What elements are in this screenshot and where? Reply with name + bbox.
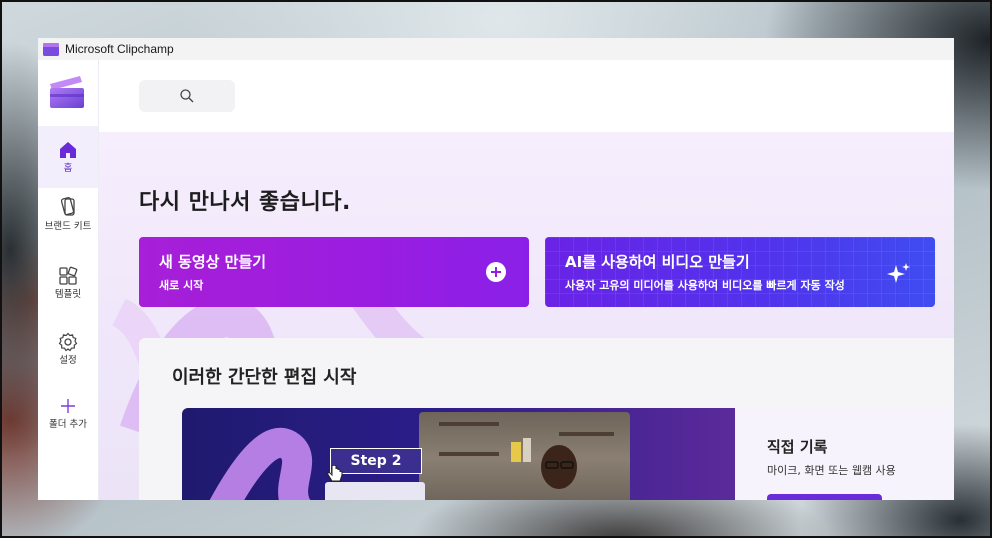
timeline-preview	[325, 482, 425, 500]
home-content: 다시 만나서 좋습니다. 새 동영상 만들기 새로 시작 AI를 사용하여 비디…	[99, 132, 954, 500]
sidebar-item-label: 템플릿	[54, 289, 82, 300]
presenter-illustration	[439, 422, 614, 489]
plus-circle-icon	[486, 262, 506, 282]
sidebar-item-home[interactable]: 홈	[38, 126, 98, 188]
search-icon	[180, 89, 194, 103]
sidebar-item-label: 폴더 추가	[49, 419, 87, 430]
sidebar-item-add-folder[interactable]: 폴더 추가	[38, 396, 98, 440]
feature-action-button[interactable]	[767, 494, 882, 500]
sidebar: 홈 브랜드 키트 템플릿 설정 폴더 추가	[38, 60, 99, 500]
sidebar-item-brand-kit[interactable]: 브랜드 키트	[38, 196, 98, 252]
sidebar-item-label: 설정	[59, 355, 77, 366]
plus-icon	[61, 399, 75, 413]
hand-cursor-icon	[327, 465, 343, 482]
sidebar-item-label: 홈	[63, 163, 73, 174]
header	[99, 60, 954, 132]
brand-kit-icon	[60, 197, 75, 216]
home-icon	[60, 142, 76, 158]
sparkle-icon	[887, 263, 910, 283]
card-title: AI를 사용하여 비디오 만들기	[565, 253, 750, 271]
templates-icon	[59, 266, 78, 285]
feature-title: 직접 기록	[767, 438, 828, 456]
window-title: Microsoft Clipchamp	[65, 42, 174, 56]
title-bar: Microsoft Clipchamp	[38, 38, 954, 60]
record-yourself-card[interactable]: Step 2 직접 기록 마이크, 화면 또는 웹캠 사용	[182, 408, 954, 500]
presenter-photo	[419, 412, 630, 500]
feature-text-panel: 직접 기록 마이크, 화면 또는 웹캠 사용	[735, 408, 954, 500]
gear-icon	[58, 332, 78, 352]
quick-start-panel: 이러한 간단한 편집 시작 Step 2 직접 기록 마이크, 화면 또는 웹캠…	[139, 338, 954, 500]
feature-preview-image: Step 2	[182, 408, 735, 500]
clipchamp-app-icon	[43, 42, 59, 56]
sidebar-item-label: 브랜드 키트	[44, 221, 92, 232]
clipchamp-window: Microsoft Clipchamp 홈 브랜드 키트 템플릿 설정 폴더 추…	[38, 38, 954, 500]
ai-card-grid-pattern	[545, 237, 935, 307]
create-new-video-button[interactable]: 새 동영상 만들기 새로 시작	[139, 237, 529, 307]
step-badge: Step 2	[330, 448, 422, 474]
search-input[interactable]	[139, 80, 235, 112]
card-title: 새 동영상 만들기	[159, 253, 267, 271]
card-subtitle: 사용자 고유의 미디어를 사용하여 비디오를 빠르게 자동 작성	[565, 279, 845, 292]
create-ai-video-button[interactable]: AI를 사용하여 비디오 만들기 사용자 고유의 미디어를 사용하여 비디오를 …	[545, 237, 935, 307]
clipchamp-logo[interactable]	[50, 76, 84, 108]
feature-description: 마이크, 화면 또는 웹캠 사용	[767, 464, 896, 477]
welcome-heading: 다시 만나서 좋습니다.	[139, 190, 351, 215]
main-area: 다시 만나서 좋습니다. 새 동영상 만들기 새로 시작 AI를 사용하여 비디…	[99, 60, 954, 500]
sidebar-item-templates[interactable]: 템플릿	[38, 266, 98, 310]
quick-start-title: 이러한 간단한 편집 시작	[172, 367, 357, 388]
sidebar-item-settings[interactable]: 설정	[38, 332, 98, 376]
card-subtitle: 새로 시작	[159, 279, 204, 292]
